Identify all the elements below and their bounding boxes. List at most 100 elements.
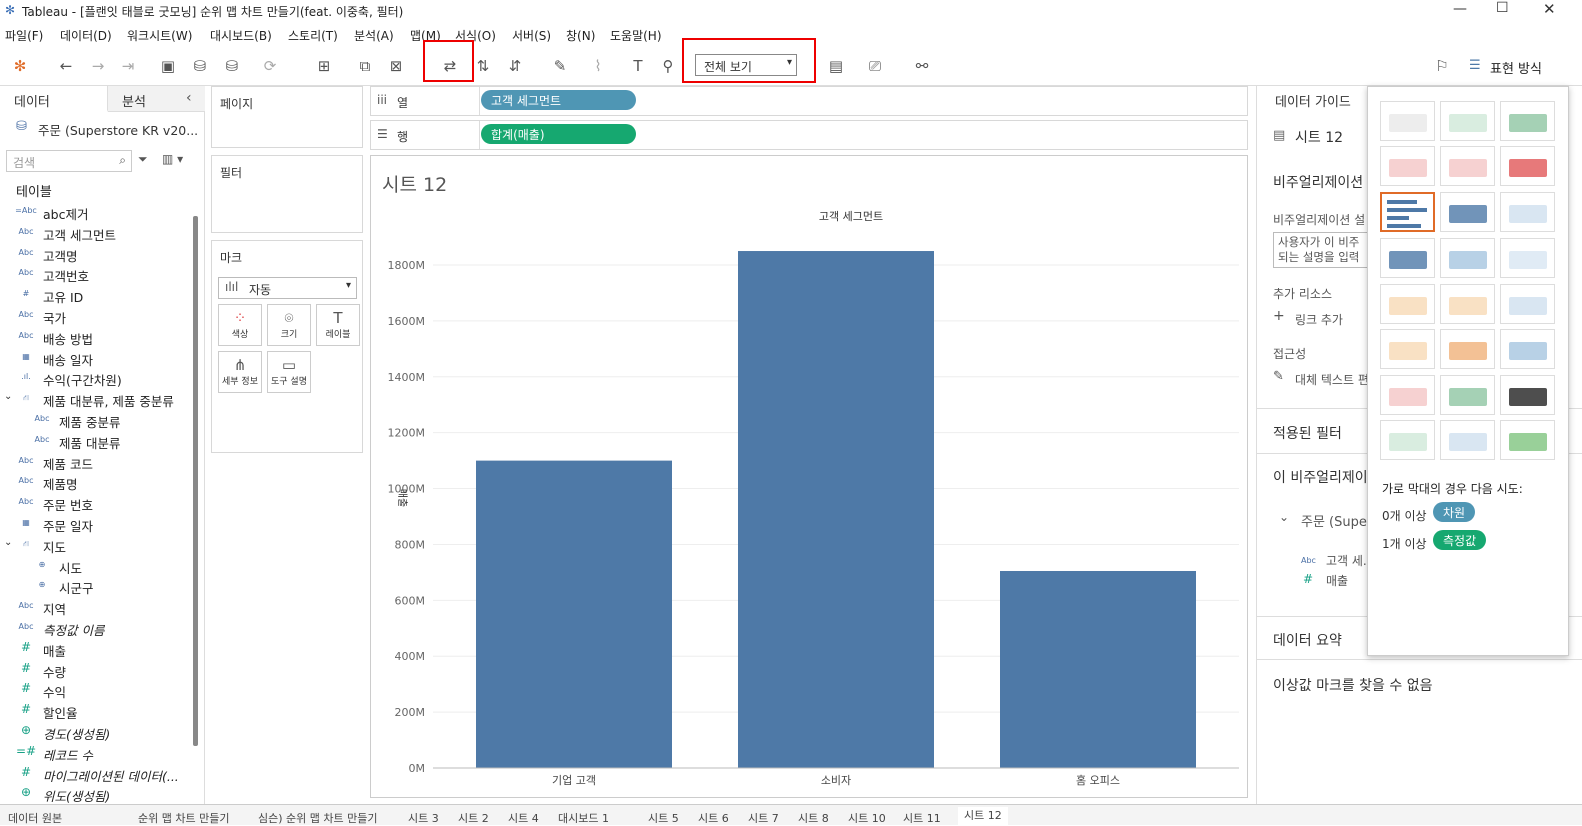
chart-type-thumbnail[interactable]	[1440, 192, 1495, 232]
showme-button[interactable]: ☰ 표현 방식	[1460, 48, 1578, 84]
chevron-down-icon[interactable]: ⌄	[1279, 510, 1289, 524]
chart-type-thumbnail[interactable]	[1500, 146, 1555, 186]
chart-type-thumbnail[interactable]	[1440, 375, 1495, 415]
filters-shelf[interactable]: 필터	[211, 155, 363, 233]
menu-window[interactable]: 창(N)	[566, 27, 595, 44]
add-link[interactable]: 링크 추가	[1295, 311, 1343, 328]
chart-type-thumbnail[interactable]	[1500, 284, 1555, 324]
sheet-tab[interactable]: 시트 5	[648, 810, 679, 826]
sheet-tab[interactable]: 심슨) 순위 맵 차트 만들기	[258, 810, 377, 826]
menu-server[interactable]: 서버(S)	[512, 27, 551, 44]
chart-type-thumbnail[interactable]	[1380, 238, 1435, 278]
sheet-tab[interactable]: 시트 2	[458, 810, 489, 826]
label-icon[interactable]: T	[628, 56, 648, 76]
pages-shelf[interactable]: 페이지	[211, 86, 363, 148]
tooltip-pin-icon[interactable]: ⚐	[1432, 56, 1452, 76]
chart-type-thumbnail[interactable]	[1440, 146, 1495, 186]
sort-descending-icon[interactable]: ⇵	[505, 56, 525, 76]
chart-type-thumbnail[interactable]	[1440, 238, 1495, 278]
chart-type-thumbnail[interactable]	[1380, 284, 1435, 324]
description-input[interactable]: 사용자가 이 비주 되는 설명을 입력	[1273, 232, 1373, 268]
chart-type-thumbnail[interactable]	[1440, 284, 1495, 324]
duplicate-icon[interactable]: ⧉	[355, 56, 375, 76]
chart-type-thumbnail[interactable]	[1500, 101, 1555, 141]
chart-type-thumbnail[interactable]	[1380, 192, 1435, 232]
columns-shelf[interactable]: iii 열 고객 세그먼트	[370, 86, 1248, 116]
expand-icon[interactable]: ⌄	[4, 391, 12, 402]
pause-updates-icon[interactable]: ⛁	[222, 56, 242, 76]
menu-help[interactable]: 도움말(H)	[610, 27, 662, 44]
maximize-icon[interactable]: ☐	[1496, 0, 1509, 16]
field-type-icon: ⊕	[38, 559, 46, 569]
color-button[interactable]: ⁘ 색상	[218, 304, 262, 346]
chart-type-thumbnail[interactable]	[1380, 146, 1435, 186]
data-guide-tab[interactable]: 데이터 가이드	[1275, 91, 1351, 110]
sheet-tab[interactable]: 시트 11	[903, 810, 941, 826]
rows-pill[interactable]: 합계(매출)	[481, 124, 636, 144]
menu-analysis[interactable]: 분석(A)	[354, 27, 394, 44]
filter-icon[interactable]: ⏷	[138, 152, 148, 167]
menu-file[interactable]: 파일(F)	[5, 27, 43, 44]
search-input[interactable]: 검색 ⌕	[6, 150, 132, 172]
tooltip-button[interactable]: ▭ 도구 설명	[267, 351, 311, 393]
sort-ascending-icon[interactable]: ⇅	[473, 56, 493, 76]
presentation-icon[interactable]: ⎚	[865, 56, 885, 76]
chart-type-thumbnail[interactable]	[1380, 329, 1435, 369]
sheet-tab[interactable]: 시트 4	[508, 810, 539, 826]
chart-type-thumbnail[interactable]	[1500, 329, 1555, 369]
scrollbar[interactable]	[193, 216, 198, 746]
sheet-tab[interactable]: 시트 6	[698, 810, 729, 826]
chart-type-thumbnail[interactable]	[1440, 101, 1495, 141]
sheet-tab[interactable]: 시트 10	[848, 810, 886, 826]
collapse-icon[interactable]: ‹	[186, 90, 192, 106]
replay-icon[interactable]: ⇥	[118, 56, 138, 76]
y-tick-label: 600M	[395, 594, 426, 607]
chart-type-thumbnail[interactable]	[1500, 420, 1555, 460]
columns-pill[interactable]: 고객 세그먼트	[481, 90, 636, 110]
refresh-icon[interactable]: ⟳	[260, 56, 280, 76]
close-icon[interactable]: ✕	[1543, 0, 1556, 18]
tab-data[interactable]: 데이터	[0, 86, 108, 112]
expand-icon[interactable]: ⌄	[4, 537, 12, 548]
chart-type-thumbnail[interactable]	[1380, 420, 1435, 460]
mark-type-dropdown[interactable]: ılıl 자동 ▾	[218, 277, 357, 299]
chart-type-thumbnail[interactable]	[1380, 101, 1435, 141]
chart-type-thumbnail[interactable]	[1500, 238, 1555, 278]
chart-type-thumbnail[interactable]	[1440, 420, 1495, 460]
sheet-tab[interactable]: 시트 8	[798, 810, 829, 826]
rows-shelf[interactable]: ☰ 행 합계(매출)	[370, 120, 1248, 150]
chart-type-thumbnail[interactable]	[1500, 375, 1555, 415]
detail-button[interactable]: ⋔ 세부 정보	[218, 351, 262, 393]
clear-sheet-icon[interactable]: ⊠	[386, 56, 406, 76]
menu-worksheet[interactable]: 워크시트(W)	[127, 27, 192, 44]
sheet-tab[interactable]: 시트 3	[408, 810, 439, 826]
show-cards-icon[interactable]: ▤	[826, 56, 846, 76]
tableau-home-icon[interactable]: ✻	[10, 56, 30, 76]
highlight-icon[interactable]: ✎	[550, 56, 570, 76]
chart-type-thumbnail[interactable]	[1500, 192, 1555, 232]
sheet-tab[interactable]: 데이터 원본	[8, 810, 62, 826]
sheet-tab[interactable]: 시트 12	[958, 807, 1008, 825]
size-button[interactable]: ⌾ 크기	[267, 304, 311, 346]
save-icon[interactable]: ▣	[158, 56, 178, 76]
minimize-icon[interactable]: —	[1453, 1, 1467, 17]
list-view-icon[interactable]: ▥ ▾	[162, 152, 183, 166]
sheet-tab[interactable]: 시트 7	[748, 810, 779, 826]
undo-icon[interactable]: ←	[56, 56, 76, 76]
sheet-tab[interactable]: 순위 맵 차트 만들기	[138, 810, 229, 826]
chart-type-thumbnail[interactable]	[1440, 329, 1495, 369]
group-icon[interactable]: ⌇	[588, 56, 608, 76]
sheet-tab[interactable]: 대시보드 1	[558, 810, 609, 826]
chart-type-thumbnail[interactable]	[1380, 375, 1435, 415]
pin-icon[interactable]: ⚲	[658, 56, 678, 76]
datasource-name[interactable]: 주문 (Superstore KR v20...	[38, 120, 198, 139]
menu-story[interactable]: 스토리(T)	[288, 27, 338, 44]
new-worksheet-icon[interactable]: ⊞	[314, 56, 334, 76]
alt-text-link[interactable]: 대체 텍스트 편	[1295, 371, 1369, 388]
share-icon[interactable]: ⚯	[912, 56, 932, 76]
menu-dashboard[interactable]: 대시보드(B)	[210, 27, 272, 44]
menu-data[interactable]: 데이터(D)	[60, 27, 112, 44]
label-button[interactable]: T 레이블	[316, 304, 360, 346]
redo-icon[interactable]: →	[88, 56, 108, 76]
new-datasource-icon[interactable]: ⛁	[190, 56, 210, 76]
